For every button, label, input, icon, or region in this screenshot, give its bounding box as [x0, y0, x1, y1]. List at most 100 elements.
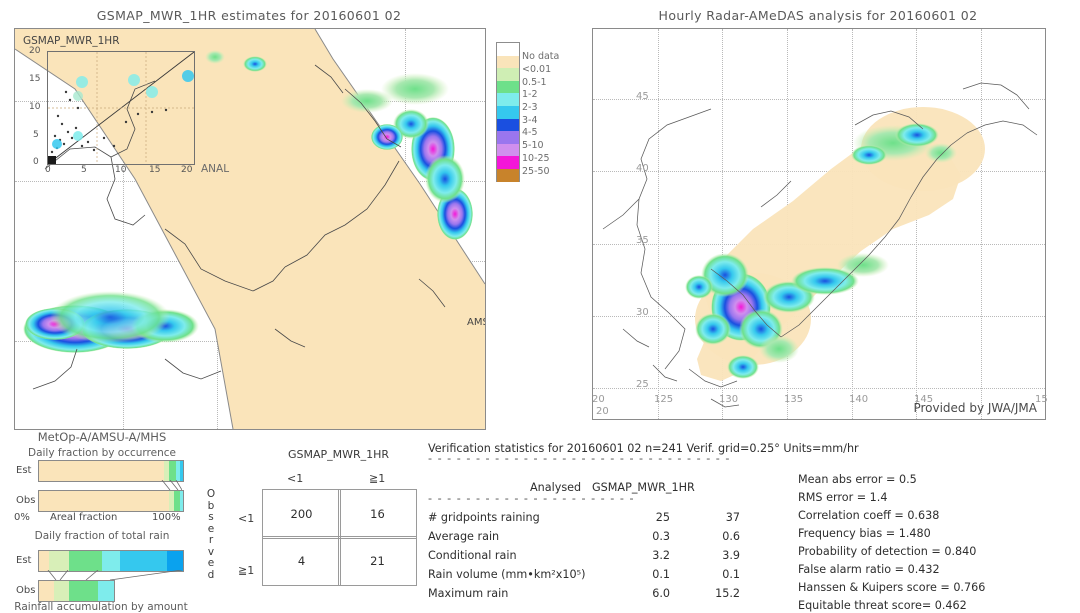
- gridline: [657, 29, 659, 419]
- colorbar-label: <0.01: [522, 64, 552, 75]
- lat-tick: 45: [636, 91, 649, 102]
- verification-row-label: Average rain: [428, 530, 500, 543]
- verification-row-label: Rain volume (mm•km²x10⁵): [428, 568, 586, 581]
- radar-coverage-mask: [695, 107, 985, 381]
- colorbar-label: No data: [522, 51, 560, 62]
- gridline: [593, 387, 1045, 389]
- inset-ytick: 0: [33, 157, 39, 167]
- bar-segment: [54, 581, 69, 601]
- inset-xtick: 15: [149, 165, 161, 175]
- bar-segment: [39, 551, 50, 571]
- bar-segment: [167, 551, 183, 571]
- bar-segment: [49, 551, 70, 571]
- lon-tick: 135: [784, 394, 804, 405]
- right-panel-title: Hourly Radar-AMeDAS analysis for 2016060…: [658, 8, 978, 23]
- colorbar-swatch: [496, 143, 520, 157]
- occurrence-row-label-est: Est: [16, 465, 32, 476]
- left-map-panel[interactable]: GSMAP_MWR_1HR 20 15 10 5 0 0 5 10 15 20 …: [14, 28, 486, 430]
- lat-tick: 40: [636, 163, 649, 174]
- lat-tick-corner: 20: [596, 406, 609, 417]
- total-rain-row-label-est: Est: [16, 555, 32, 566]
- colorbar-swatch: [496, 80, 520, 94]
- inset-xtick: 10: [115, 165, 127, 175]
- occurrence-axis-title: Areal fraction: [50, 512, 118, 523]
- contingency-column-header: GSMAP_MWR_1HR: [288, 448, 390, 461]
- contingency-row-label-ge1: ≧1: [238, 564, 255, 577]
- verification-row-model: 3.9: [722, 549, 740, 562]
- score-false-alarm-ratio: False alarm ratio = 0.432: [798, 563, 940, 576]
- gridline: [15, 181, 485, 182]
- left-panel-title: GSMAP_MWR_1HR estimates for 20160601 02: [96, 8, 402, 23]
- gridline: [311, 29, 313, 429]
- colorbar-swatch: [496, 168, 520, 182]
- occurrence-chart-title: Daily fraction by occurrence: [28, 447, 176, 459]
- total-rain-leader-lines: [47, 570, 182, 580]
- contingency-row-label-lt1: <1: [238, 512, 255, 525]
- sensor-label: MetOp-A/AMSU-A/MHS: [37, 430, 167, 444]
- total-rain-bar-est[interactable]: [38, 550, 184, 572]
- bar-segment: [180, 491, 183, 511]
- inset-scatter-plot[interactable]: [47, 51, 195, 165]
- verification-row-model: 37: [725, 511, 740, 524]
- verification-row-analysed: 25: [655, 511, 670, 524]
- precipitation-field: [685, 123, 957, 379]
- bar-segment: [97, 581, 114, 601]
- score-rms-error: RMS error = 1.4: [798, 491, 888, 504]
- total-rain-chart-title: Daily fraction of total rain: [34, 530, 170, 542]
- gridline: [217, 29, 219, 429]
- right-map-panel[interactable]: Provided by JWA/JMA: [592, 28, 1046, 420]
- colorbar-swatch: [496, 68, 520, 81]
- verification-row-label: # gridpoints raining: [428, 511, 540, 524]
- bar-segment: [39, 581, 54, 601]
- bar-segment: [102, 551, 120, 571]
- colorbar-swatch: [496, 42, 520, 56]
- contingency-cell-miss: 4: [262, 536, 341, 586]
- occurrence-bar-obs[interactable]: [38, 490, 184, 512]
- lon-tick: 20: [592, 394, 605, 405]
- gridline: [593, 243, 1045, 245]
- inset-ytick: 5: [33, 130, 39, 140]
- colorbar-label: 3-4: [522, 115, 538, 126]
- score-probability-of-detection: Probability of detection = 0.840: [798, 545, 977, 558]
- bar-segment: [180, 461, 183, 481]
- colorbar-swatch: [496, 118, 520, 132]
- gridline: [851, 29, 853, 419]
- occurrence-bar-est[interactable]: [38, 460, 184, 482]
- inset-xtick: 20: [181, 165, 193, 175]
- inset-xtick: 5: [81, 165, 87, 175]
- verification-row-analysed: 3.2: [652, 549, 670, 562]
- colorbar-label: 25-50: [522, 166, 550, 177]
- lon-tick: 140: [849, 394, 869, 405]
- gridline: [786, 29, 788, 419]
- verification-row-label: Maximum rain: [428, 587, 509, 600]
- inset-axis-label: ANAL: [201, 163, 230, 175]
- score-mean-abs-error: Mean abs error = 0.5: [798, 473, 917, 486]
- colorbar-label: 0.5-1: [522, 77, 547, 88]
- verification-row-model: 0.6: [722, 530, 740, 543]
- colorbar-label: 4-5: [522, 127, 538, 138]
- colorbar-label: 5-10: [522, 140, 544, 151]
- verification-divider: - - - - - - - - - - - - - - - - - - - - …: [428, 452, 731, 465]
- lat-tick: 30: [636, 307, 649, 318]
- bar-segment: [119, 551, 168, 571]
- colorbar-label: 10-25: [522, 153, 550, 164]
- lon-tick: 125: [654, 394, 674, 405]
- colorbar-swatch: [496, 131, 520, 144]
- gridline: [593, 171, 1045, 173]
- verification-row-model: 15.2: [715, 587, 740, 600]
- occurrence-row-label-obs: Obs: [16, 495, 36, 506]
- inset-scatter-svg: [47, 51, 195, 165]
- gridline: [980, 29, 982, 419]
- colorbar-swatch: [496, 93, 520, 106]
- gridline: [593, 315, 1045, 317]
- lon-tick: 145: [914, 394, 934, 405]
- total-rain-bar-obs[interactable]: [38, 580, 115, 602]
- inset-xtick: 0: [45, 165, 51, 175]
- lon-tick: 130: [719, 394, 739, 405]
- verification-col-divider: - - - - - - - - - - - - - - - - - - - - …: [428, 492, 635, 505]
- colorbar-swatch: [496, 156, 520, 169]
- bar-segment: [69, 551, 103, 571]
- verification-row-analysed: 0.1: [652, 568, 670, 581]
- total-rain-axis-title: Rainfall accumulation by amount: [14, 601, 188, 613]
- verification-row-model: 0.1: [722, 568, 740, 581]
